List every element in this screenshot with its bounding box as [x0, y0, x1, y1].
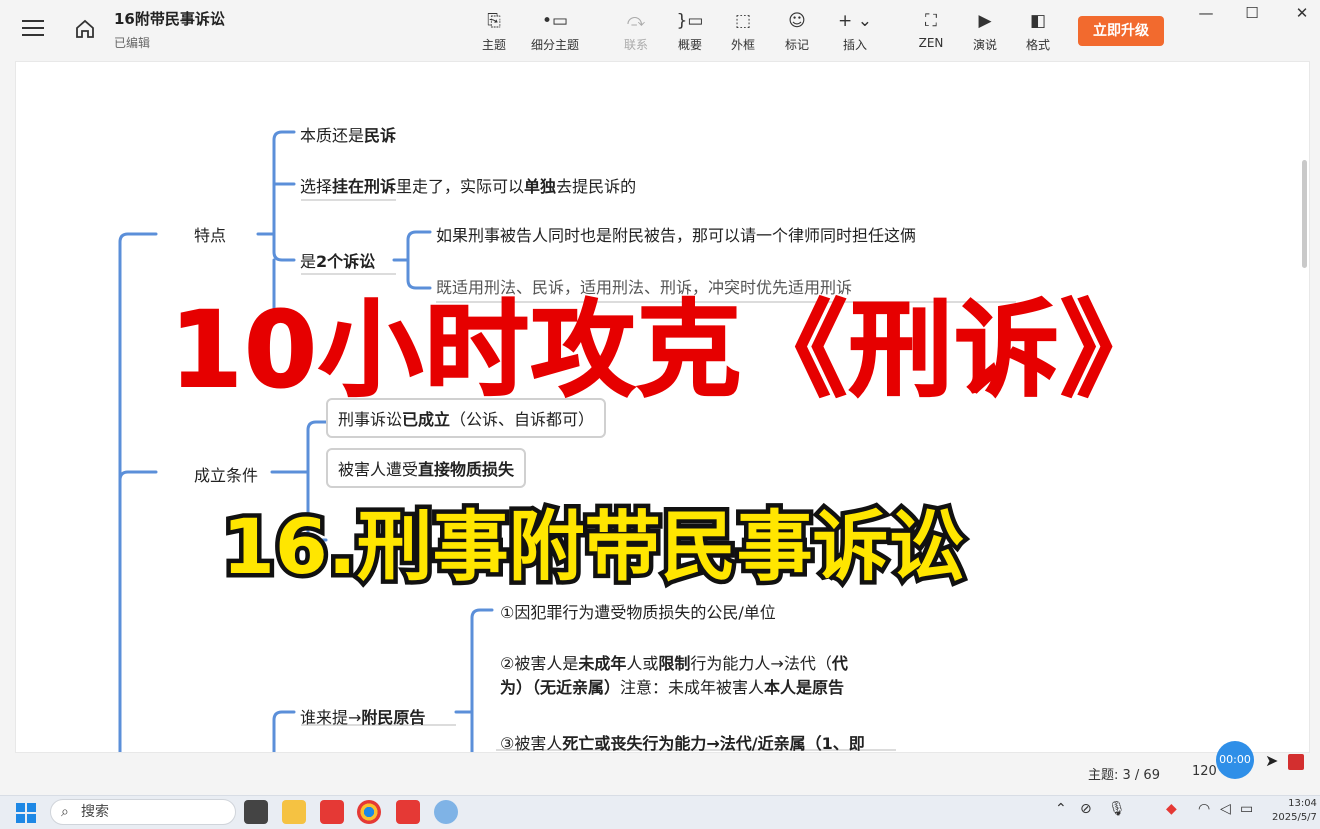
format-icon: ◧ — [1029, 11, 1047, 31]
minimize-icon[interactable]: — — [1194, 4, 1218, 24]
toolbar-topic-button[interactable]: ⎘ 主题 — [466, 10, 522, 53]
microphone-icon[interactable]: 🎙 — [1108, 801, 1126, 817]
tray-network-off-icon[interactable]: ⊘ — [1080, 801, 1092, 817]
video-subtitle-overlay: 16.刑事附带民事诉讼 — [218, 498, 970, 596]
topic-features-choice[interactable]: 选择挂在刑诉里走了，实际可以单独去提民诉的 — [300, 173, 636, 197]
search-icon: ⌕ — [61, 804, 69, 820]
menu-icon[interactable] — [22, 20, 44, 38]
toolbar-pitch-button[interactable]: ▶ 演说 — [957, 10, 1013, 53]
zoom-level[interactable]: 120 — [1192, 764, 1217, 779]
toolbar-summary-button[interactable]: }▭ 概要 — [662, 10, 718, 53]
toolbar-relation-button[interactable]: ⤼ 联系 — [608, 10, 664, 53]
chrome-icon[interactable] — [357, 800, 381, 824]
mindmap-app-window: 16附带民事诉讼 已编辑 ⎘ 主题 •▭ 细分主题 ⤼ 联系 }▭ 概要 ⬚ 外框 ☺ 标记… — [0, 0, 1320, 795]
toolbar-insert-button[interactable]: + ⌄ 插入 — [827, 10, 883, 53]
topic-conditions[interactable]: 成立条件 — [194, 462, 258, 486]
topic-features[interactable]: 特点 — [194, 222, 226, 246]
cloud-app-icon[interactable] — [434, 800, 458, 824]
toolbar-format-button[interactable]: ◧ 格式 — [1010, 10, 1066, 53]
close-icon[interactable]: ✕ — [1290, 4, 1314, 24]
tray-app-icon[interactable]: ◆ — [1166, 801, 1177, 817]
topic-plaintiff-deceased[interactable]: ③被害人死亡或丧失行为能力→法代/近亲属（1、即 — [500, 730, 865, 752]
recording-timer[interactable]: 00:00 — [1216, 741, 1254, 779]
marker-icon: ☺ — [788, 11, 806, 31]
vertical-scrollbar[interactable] — [1302, 160, 1307, 268]
maximize-icon[interactable]: ☐ — [1240, 4, 1264, 24]
volume-icon[interactable]: ◁ — [1220, 801, 1231, 817]
video-title-overlay: 10小时攻克《刑诉》 — [169, 288, 1167, 412]
stop-recording-icon[interactable] — [1288, 754, 1304, 770]
subtopic-icon: •▭ — [541, 11, 569, 31]
topic-plaintiff-victim[interactable]: ①因犯罪行为遭受物质损失的公民/单位 — [500, 599, 776, 623]
cursor-icon[interactable]: ➤ — [1265, 751, 1278, 770]
home-icon[interactable] — [74, 18, 96, 40]
topic-icon: ⎘ — [487, 11, 501, 31]
topic-same-lawyer[interactable]: 如果刑事被告人同时也是附民被告，那可以请一个律师同时担任这俩 — [436, 222, 916, 246]
upgrade-button[interactable]: 立即升级 — [1078, 16, 1164, 46]
toolbar-boundary-button[interactable]: ⬚ 外框 — [715, 10, 771, 53]
topic-condition-material-loss[interactable]: 被害人遭受直接物质损失 — [326, 448, 527, 488]
wps-icon[interactable] — [320, 800, 344, 824]
toolbar-zen-button[interactable]: ⛶ ZEN — [903, 10, 959, 50]
topic-count: 主题: 3 / 69 — [1088, 768, 1160, 783]
document-title: 16附带民事诉讼 — [114, 10, 225, 28]
top-toolbar: 16附带民事诉讼 已编辑 ⎘ 主题 •▭ 细分主题 ⤼ 联系 }▭ 概要 ⬚ 外框 ☺ 标记… — [0, 0, 1320, 60]
xmind-icon[interactable] — [396, 800, 420, 824]
battery-icon[interactable]: ▭ — [1240, 801, 1253, 817]
document-status: 已编辑 — [114, 36, 151, 50]
wifi-icon[interactable]: ◠ — [1198, 801, 1210, 817]
taskview-icon[interactable] — [244, 800, 268, 824]
summary-icon: }▭ — [676, 11, 704, 31]
topic-plaintiff-minor[interactable]: ②被害人是未成年人或限制行为能力人→法代（代 为）（无近亲属）注意：未成年被害人… — [500, 652, 848, 700]
windows-start-icon[interactable] — [16, 803, 36, 823]
taskbar-search[interactable]: ⌕ 搜索 — [50, 799, 236, 825]
insert-icon: + ⌄ — [838, 11, 872, 31]
taskbar-clock[interactable]: 13:04 2025/5/7 — [1272, 797, 1317, 825]
pitch-icon: ▶ — [978, 11, 992, 31]
toolbar-marker-button[interactable]: ☺ 标记 — [769, 10, 825, 53]
topic-who-plaintiff[interactable]: 谁来提→附民原告 — [300, 704, 425, 728]
toolbar-subtopic-button[interactable]: •▭ 细分主题 — [527, 10, 583, 53]
tray-expand-icon[interactable]: ⌃ — [1055, 801, 1067, 817]
file-explorer-icon[interactable] — [282, 800, 306, 824]
boundary-icon: ⬚ — [734, 11, 752, 31]
topic-features-essence[interactable]: 本质还是民诉 — [300, 122, 396, 146]
zen-icon: ⛶ — [925, 11, 937, 31]
relation-icon: ⤼ — [626, 11, 646, 31]
